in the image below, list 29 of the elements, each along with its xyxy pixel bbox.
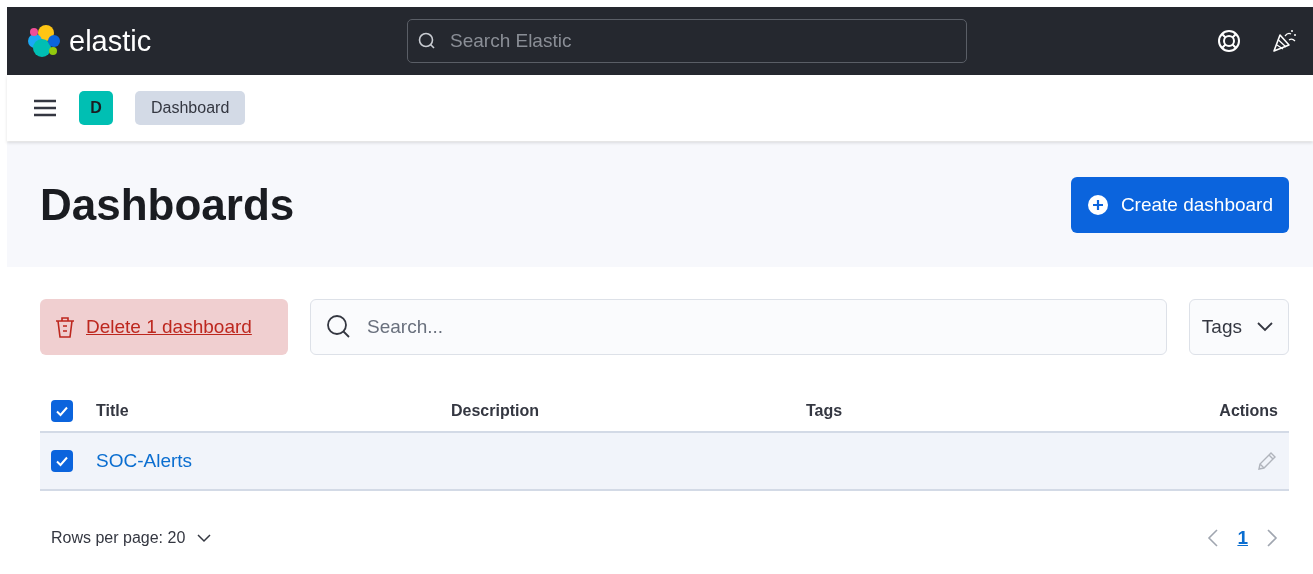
tags-filter[interactable]: Tags <box>1188 299 1289 355</box>
column-header: Tags <box>806 402 844 420</box>
trash-icon <box>54 315 76 339</box>
party-popper-icon[interactable] <box>1271 29 1297 53</box>
search-field[interactable]: Search Elastic <box>407 19 967 63</box>
chevron-down-icon <box>197 533 212 543</box>
page-title: Dashboards <box>40 179 295 230</box>
column-header: Title <box>96 402 130 420</box>
lifebuoy-icon[interactable] <box>1217 29 1241 53</box>
checkbox[interactable] <box>51 400 73 422</box>
column-header: Actions <box>1219 402 1278 420</box>
rows-per-page-selector[interactable]: Rows per page: 20 <box>51 529 212 547</box>
menu-icon[interactable] <box>33 98 57 118</box>
table-row[interactable]: SOC-Alerts <box>40 433 1289 491</box>
search-icon <box>417 31 437 51</box>
breadcrumb[interactable]: Dashboard <box>135 91 246 125</box>
check-icon <box>55 404 69 418</box>
column-header: Description <box>451 402 540 420</box>
chevron-down-icon <box>1256 321 1274 333</box>
dashboard-link[interactable]: SOC-Alerts <box>96 450 451 472</box>
check-icon <box>55 454 69 468</box>
plus-circle-icon <box>1086 193 1109 216</box>
create-dashboard-button[interactable]: Create dashboard <box>1070 176 1289 233</box>
logo-text[interactable]: elastic <box>69 24 152 58</box>
delete-button[interactable]: Delete 1 dashboard <box>40 299 288 355</box>
page-link[interactable]: 1 <box>1237 527 1248 549</box>
space-avatar[interactable]: D <box>79 91 113 125</box>
logo-icon <box>27 24 61 58</box>
checkbox[interactable] <box>51 450 73 472</box>
